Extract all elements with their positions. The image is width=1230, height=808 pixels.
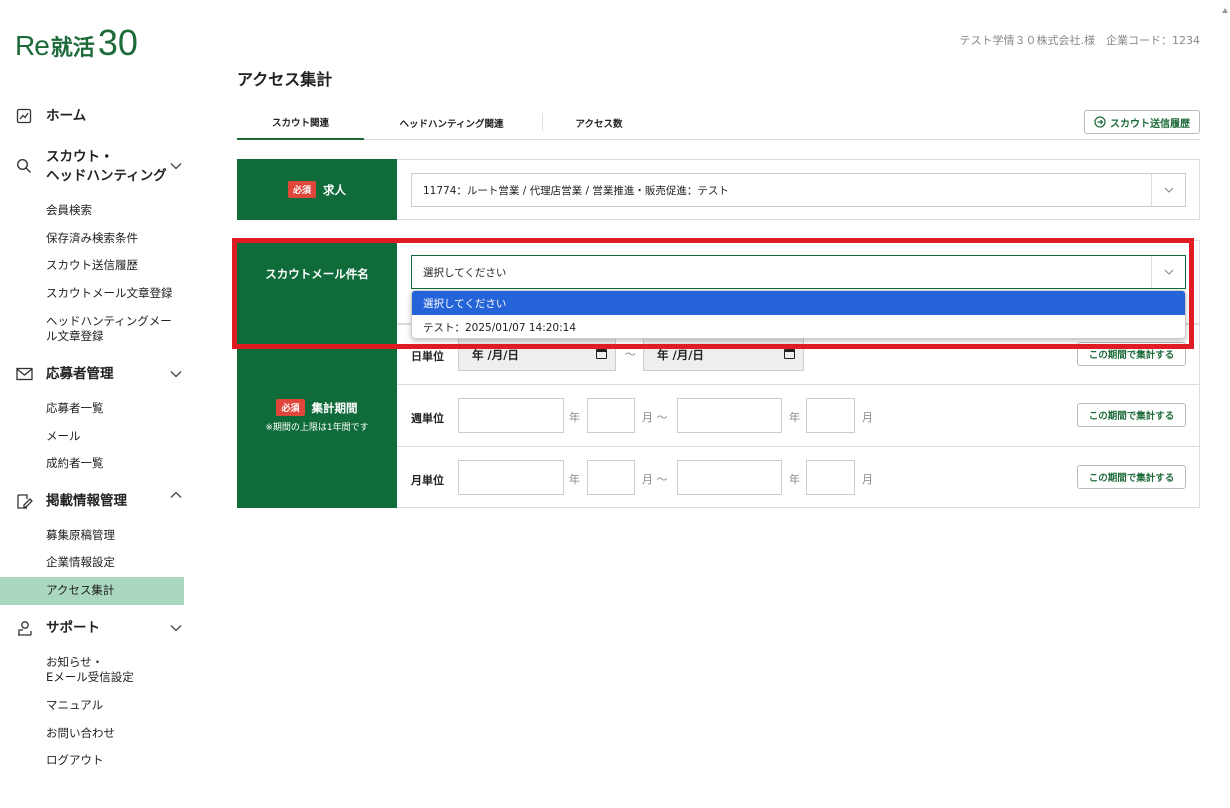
job-select-value: 11774：ルート営業 / 代理店営業 / 営業推進・販売促進：テスト [423,184,729,197]
mail-select[interactable]: 選択してください [411,255,1186,289]
mail-dropdown-list: 選択してください テスト：2025/01/07 14:20:14 [411,290,1186,339]
sidebar-subitem-applicant-list[interactable]: 応募者一覧 [46,401,104,416]
week-start-month-input[interactable] [587,398,635,433]
month-start-year-input[interactable] [458,460,564,495]
sidebar-item-home[interactable]: ホーム [0,106,184,126]
required-badge: 必須 [287,181,316,198]
month-end-year-input[interactable] [677,460,782,495]
scout-history-button[interactable]: スカウト送信履歴 [1084,110,1200,134]
tab-access[interactable]: アクセス数 [543,105,655,140]
month-range-unit: 月 ～ [642,473,668,486]
job-label: 求人 [323,182,346,197]
calendar-icon[interactable] [784,349,795,359]
dropdown-option[interactable]: テスト：2025/01/07 14:20:14 [412,315,1185,338]
sidebar-subitem-company-settings[interactable]: 企業情報設定 [46,555,115,570]
mail-row-header: スカウトメール件名 [237,240,397,324]
year-unit: 年 [569,473,580,486]
sidebar-subitem-recruit-drafts[interactable]: 募集原稿管理 [46,528,115,543]
aggregate-month-button[interactable]: この期間で集計する [1077,465,1186,489]
required-badge: 必須 [276,399,305,416]
home-icon [14,106,34,126]
day-unit-label: 日単位 [411,350,444,363]
day-start-date-input[interactable]: 年 /月/日 [458,338,616,371]
week-unit-label: 週単位 [411,412,444,425]
calendar-icon[interactable] [596,349,607,359]
mail-label: スカウトメール件名 [265,267,369,281]
job-select[interactable]: 11774：ルート営業 / 代理店営業 / 営業推進・販売促進：テスト [411,173,1186,207]
period-row-header: 必須 集計期間 ※期間の上限は1年間です [237,324,397,508]
sidebar-item-label: サポート [46,619,100,636]
sidebar-subitem-member-search[interactable]: 会員検索 [46,203,92,218]
sidebar-subitem-headhunt-template[interactable]: ヘッドハンティングメー ル文章登録 [46,314,172,344]
chevron-down-icon[interactable] [168,620,184,636]
sidebar-item-label: スカウト・ ヘッドハンティング [46,149,167,184]
mail-select-value: 選択してください [423,266,507,279]
period-label: 集計期間 [311,400,358,415]
month-range-unit: 月 ～ [642,411,668,424]
range-tilde: ～ [625,348,636,361]
job-row-header: 必須 求人 [237,159,397,220]
month-end-month-input[interactable] [806,460,855,495]
sidebar: Re 就活 30 ホーム スカウト・ ヘッドハンティング 会員検索 保存済み検索条… [0,0,184,808]
sidebar-subitem-mail[interactable]: メール [46,429,81,444]
month-unit: 月 [862,411,873,424]
week-end-month-input[interactable] [806,398,855,433]
sidebar-subitem-access-stats[interactable]: アクセス集計 [46,583,114,598]
year-unit: 年 [569,411,580,424]
dropdown-option[interactable]: 選択してください [412,291,1185,315]
chevron-down-icon [1151,174,1185,206]
sidebar-item-label: 掲載情報管理 [46,492,127,509]
period-note: ※期間の上限は1年間です [265,423,369,433]
tab-headhunting[interactable]: ヘッドハンティング関連 [364,105,539,140]
year-unit: 年 [789,473,800,486]
sidebar-subitem-contract-list[interactable]: 成約者一覧 [46,456,104,471]
logo-num: 30 [97,22,138,63]
scrollbar-up-arrow[interactable] [1222,8,1228,13]
brand-logo[interactable]: Re 就活 30 [15,22,138,63]
search-icon [14,156,34,176]
sidebar-subitem-scout-template[interactable]: スカウトメール文章登録 [46,286,173,301]
sidebar-item-label: ホーム [46,107,87,124]
support-icon [14,618,34,638]
date-placeholder: 年 /月/日 [657,347,704,362]
aggregate-day-button[interactable]: この期間で集計する [1077,342,1186,366]
week-end-year-input[interactable] [677,398,782,433]
company-info: テスト学情３０株式会社.様 企業コード：1234 [959,34,1201,47]
day-end-date-input[interactable]: 年 /月/日 [643,338,804,371]
sidebar-subitem-saved-search[interactable]: 保存済み検索条件 [46,231,138,246]
week-start-year-input[interactable] [458,398,564,433]
divider [397,446,1200,447]
arrow-right-circle-icon [1094,116,1106,128]
aggregate-week-button[interactable]: この期間で集計する [1077,403,1186,427]
chevron-down-icon[interactable] [168,158,184,174]
sidebar-item-support[interactable]: サポート [0,618,184,638]
chevron-down-icon[interactable] [168,366,184,382]
sidebar-item-label: 応募者管理 [46,365,114,382]
chevron-down-icon [1151,256,1185,288]
sidebar-subitem-contact[interactable]: お問い合わせ [46,726,115,741]
month-unit: 月 [862,473,873,486]
divider [397,384,1200,385]
year-unit: 年 [789,411,800,424]
sidebar-item-applicants[interactable]: 応募者管理 [0,364,184,384]
month-unit-label: 月単位 [411,474,444,487]
logo-kj: 就活 [50,35,95,60]
logo-re: Re [15,30,50,61]
mail-icon [14,364,34,384]
sidebar-subitem-logout[interactable]: ログアウト [46,753,104,768]
sidebar-subitem-scout-history[interactable]: スカウト送信履歴 [46,258,138,273]
edit-document-icon [14,491,34,511]
sidebar-subitem-manual[interactable]: マニュアル [46,698,103,713]
page-title: アクセス集計 [237,70,333,89]
tab-scout[interactable]: スカウト関連 [237,105,364,140]
tab-bar: スカウト関連 ヘッドハンティング関連 アクセス数 スカウト送信履歴 [237,105,1200,140]
sidebar-item-posting[interactable]: 掲載情報管理 [0,491,184,511]
date-placeholder: 年 /月/日 [472,347,519,362]
sidebar-subitem-notifications[interactable]: お知らせ・ Eメール受信設定 [46,655,134,685]
month-start-month-input[interactable] [587,460,635,495]
scout-history-label: スカウト送信履歴 [1110,118,1190,130]
chevron-up-icon[interactable] [168,487,184,503]
sidebar-item-scout[interactable]: スカウト・ ヘッドハンティング [0,148,184,186]
